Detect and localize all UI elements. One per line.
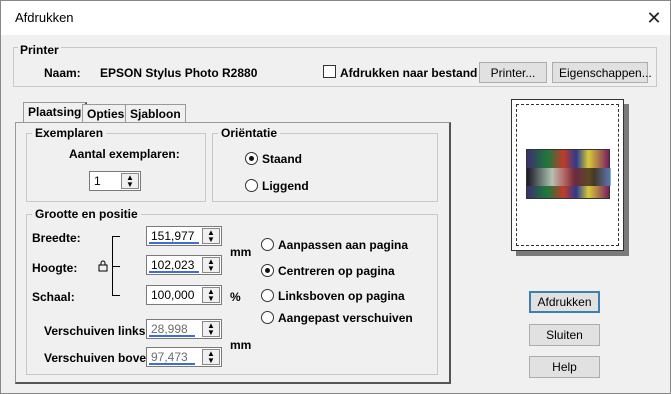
height-value: 102,023: [151, 258, 195, 272]
print-button[interactable]: Afdrukken: [529, 291, 600, 313]
shift-left-stepper[interactable]: 28,998 ▲ ▼: [146, 319, 222, 339]
placement-custom-radio[interactable]: [261, 311, 274, 324]
printer-group-label: Printer: [18, 43, 61, 57]
window-title: Afdrukken: [15, 10, 74, 25]
shift-left-focus-underline: [149, 335, 195, 337]
lock-icon[interactable]: [98, 260, 108, 275]
close-icon[interactable]: ✕: [643, 7, 665, 29]
copies-count-label: Aantal exemplaren:: [69, 147, 180, 161]
shift-left-label: Verschuiven links:: [44, 324, 150, 338]
scale-label: Schaal:: [32, 290, 75, 304]
spin-arrows-icon[interactable]: ▲ ▼: [202, 287, 220, 303]
size-bracket-mid: [112, 266, 120, 267]
scale-stepper[interactable]: 100,000 ▲ ▼: [146, 285, 222, 305]
size-bracket-bottom: [112, 295, 120, 296]
shift-top-stepper[interactable]: 97,473 ▲ ▼: [146, 347, 222, 367]
width-focus-underline: [149, 242, 199, 244]
placement-fit-label[interactable]: Aanpassen aan pagina: [278, 238, 408, 252]
orientation-liggend-radio[interactable]: [245, 179, 258, 192]
orientation-liggend-label[interactable]: Liggend: [262, 179, 309, 193]
spin-arrows-icon[interactable]: ▲ ▼: [202, 257, 220, 273]
spin-arrows-icon[interactable]: ▲ ▼: [202, 349, 220, 365]
spin-arrows-icon[interactable]: ▲ ▼: [202, 321, 220, 337]
orientation-staand-radio[interactable]: [245, 152, 258, 165]
spin-arrows-icon[interactable]: ▲ ▼: [202, 228, 220, 244]
print-dialog: Afdrukken ✕ Printer Naam: EPSON Stylus P…: [0, 0, 671, 394]
unit-mm2-label: mm: [230, 338, 252, 352]
placement-topleft-radio[interactable]: [261, 289, 274, 302]
placement-center-radio[interactable]: [261, 264, 274, 277]
placement-center-label[interactable]: Centreren op pagina: [278, 264, 395, 278]
orientation-staand-label[interactable]: Staand: [262, 152, 302, 166]
page-preview: [511, 99, 624, 251]
shift-top-label: Verschuiven boven:: [44, 351, 158, 365]
height-stepper[interactable]: 102,023 ▲ ▼: [146, 255, 222, 275]
height-label: Hoogte:: [32, 261, 78, 275]
printer-name-label: Naam:: [44, 66, 81, 80]
printer-button[interactable]: Printer...: [479, 62, 547, 83]
print-to-file-label[interactable]: Afdrukken naar bestand: [340, 66, 477, 80]
size-position-group-label: Grootte en positie: [32, 207, 141, 221]
properties-button[interactable]: Eigenschappen...: [552, 62, 652, 83]
printer-name-value: EPSON Stylus Photo R2880: [100, 66, 258, 80]
placement-topleft-label[interactable]: Linksboven op pagina: [278, 289, 405, 303]
scale-value: 100,000: [151, 288, 195, 302]
help-button[interactable]: Help: [529, 356, 600, 378]
unit-mm-label: mm: [230, 245, 252, 259]
shift-top-value: 97,473: [151, 350, 188, 364]
tab-sjabloon[interactable]: Sjabloon: [125, 104, 186, 123]
height-focus-underline: [149, 271, 199, 273]
copies-count-stepper[interactable]: 1 ▲ ▼: [89, 171, 141, 191]
image-thumbnail: [526, 149, 611, 199]
copies-group: [26, 133, 206, 202]
image-thumbnail-band: [527, 168, 611, 186]
tab-opties[interactable]: Opties: [82, 104, 130, 123]
placement-fit-radio[interactable]: [261, 238, 274, 251]
copies-group-label: Exemplaren: [32, 126, 107, 140]
tab-plaatsing[interactable]: Plaatsing: [23, 102, 88, 123]
width-value: 151,977: [151, 229, 195, 243]
spin-arrows-icon[interactable]: ▲ ▼: [121, 173, 139, 189]
close-button[interactable]: Sluiten: [529, 324, 600, 346]
width-stepper[interactable]: 151,977 ▲ ▼: [146, 226, 222, 246]
orientation-group-label: Oriëntatie: [218, 126, 281, 140]
width-label: Breedte:: [32, 231, 81, 245]
unit-percent-label: %: [230, 290, 241, 304]
copies-count-value: 1: [94, 174, 101, 188]
print-to-file-checkbox[interactable]: [323, 65, 336, 78]
size-bracket-top: [112, 236, 120, 237]
shift-left-value: 28,998: [151, 322, 188, 336]
title-bar: Afdrukken ✕: [1, 1, 670, 35]
placement-custom-label[interactable]: Aangepast verschuiven: [278, 311, 413, 325]
tab-panel-plaatsing: Exemplaren Aantal exemplaren: 1 ▲ ▼ Oriën…: [15, 122, 451, 384]
shift-top-focus-underline: [149, 363, 195, 365]
orientation-group: [212, 133, 438, 202]
